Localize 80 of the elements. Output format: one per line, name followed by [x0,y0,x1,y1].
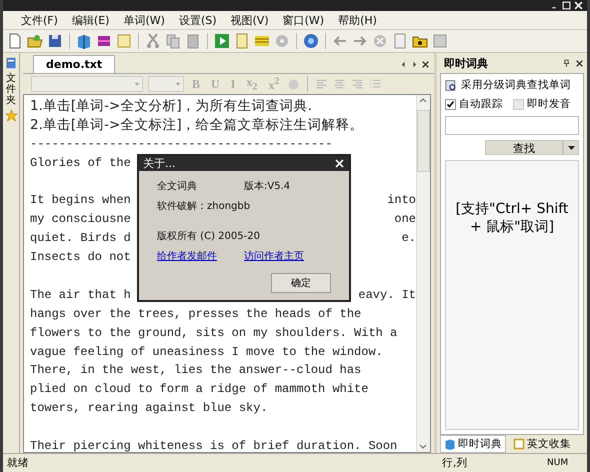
close-icon[interactable] [575,58,584,68]
folder-tree-icon[interactable] [5,56,17,70]
book-icon [444,438,456,450]
search-button[interactable]: 查找 [485,140,563,155]
link[interactable]: 给作者发邮件 [157,251,217,262]
text-line: e. [402,230,416,248]
copyright-text: 版权所有 (C) 2005-20 [157,230,261,243]
cut-icon[interactable] [145,33,161,49]
text-line: flowers to the ground, sits on my shoulders. With a [30,324,398,342]
panel-tab[interactable]: 即时词典 [440,435,506,453]
dropdown-button[interactable] [563,140,579,155]
text-line: my consciousne [30,211,131,228]
text-line: Insects do not [30,249,131,266]
star-icon[interactable] [4,109,18,122]
text-line: ------------------------------------------ [30,136,332,153]
text-line: There, in the west, lies the answer--cloud has [30,362,362,380]
text-line: The air that h [30,286,131,304]
text-line: 1.单击[单词->全文分析]，为所有生词查词典. [30,97,312,116]
hint-text: 采用分级词典查找单词 [461,78,571,92]
menu-item[interactable]: 文件(F) [21,12,58,28]
text-line: quiet. Birds d [30,230,131,248]
menu-item[interactable]: 窗口(W) [282,12,324,28]
checkbox[interactable]: 自动跟踪 [445,97,503,111]
status-text: 就绪 [7,457,29,469]
text-line: vague feeling of uneasiness I move to the window. [30,344,383,361]
version-text: 版本:V5.4 [244,180,292,193]
text-line: hangs over the trees, presses the heads of the [30,306,362,323]
text-line: into [387,192,416,210]
play-icon[interactable] [214,33,230,49]
save-icon[interactable] [47,33,63,49]
menu-item[interactable]: 设置(S) [178,12,217,28]
list-icon[interactable] [369,78,382,90]
document-icon[interactable] [234,33,250,49]
panel-title: 即时词典 [444,56,488,70]
align-right-icon[interactable] [351,78,364,90]
caret-icon [568,146,574,150]
result-text: [支持"Ctrl+ Shift + 鼠标"取词] [454,201,570,236]
color-icon[interactable] [287,78,300,90]
ok-button[interactable]: 确定 [271,273,331,293]
book-icon[interactable] [76,33,92,49]
scrollbar[interactable] [416,95,430,452]
text-line: Glories of the [30,154,131,172]
checkbox[interactable]: 即时发音 [513,97,571,111]
paste-icon[interactable] [185,33,201,49]
close-icon[interactable] [421,60,430,69]
grid-icon[interactable] [254,33,270,49]
text-line: It begins when [30,192,131,210]
menu-item[interactable]: 编辑(E) [72,12,110,28]
menu-item[interactable]: 单词(W) [123,12,165,28]
sidebar-tab[interactable]: 文件夹 [6,73,16,106]
document-tab[interactable]: demo.txt [33,55,116,73]
menu-item[interactable]: 帮助(H) [338,12,377,28]
text-line: towers, rearing against blue sky. [30,400,268,418]
text-line: one [394,211,416,228]
dialog-title: 关于... [143,156,176,171]
open-folder-icon[interactable] [27,33,43,49]
text-line: Their piercing whiteness is of brief duration. Soon [30,438,398,452]
note-icon [513,438,525,450]
search-field[interactable] [445,116,579,135]
new-file-icon[interactable] [7,33,23,49]
text-line: 2.单击[单词->全文标注]，给全篇文章标注生词解释。 [30,116,364,135]
menu-item[interactable]: 视图(V) [230,12,269,28]
align-left-icon[interactable] [315,78,328,90]
num-lock-indicator: NUM [547,458,568,468]
scroll-thumb[interactable] [417,110,430,172]
text-line: plied on cloud to form a ridge of mammoth white [30,381,368,398]
text-line: eavy. It [358,286,416,304]
link[interactable]: 访问作者主页 [244,251,304,262]
copy-icon[interactable] [165,33,181,49]
help-icon[interactable] [303,33,319,49]
maximize-icon[interactable] [562,1,571,10]
stop-icon[interactable] [372,33,388,49]
note-icon[interactable] [116,33,132,49]
pin-icon[interactable] [562,58,571,68]
checkmark-icon [446,100,455,108]
align-center-icon[interactable] [333,78,346,90]
app-name: 全文词典 [157,180,198,193]
cursor-position: 行,列 [442,457,468,469]
credit-text: 软件破解：zhongbb [157,200,252,213]
panel-tab[interactable]: 英文收集 [510,436,574,452]
